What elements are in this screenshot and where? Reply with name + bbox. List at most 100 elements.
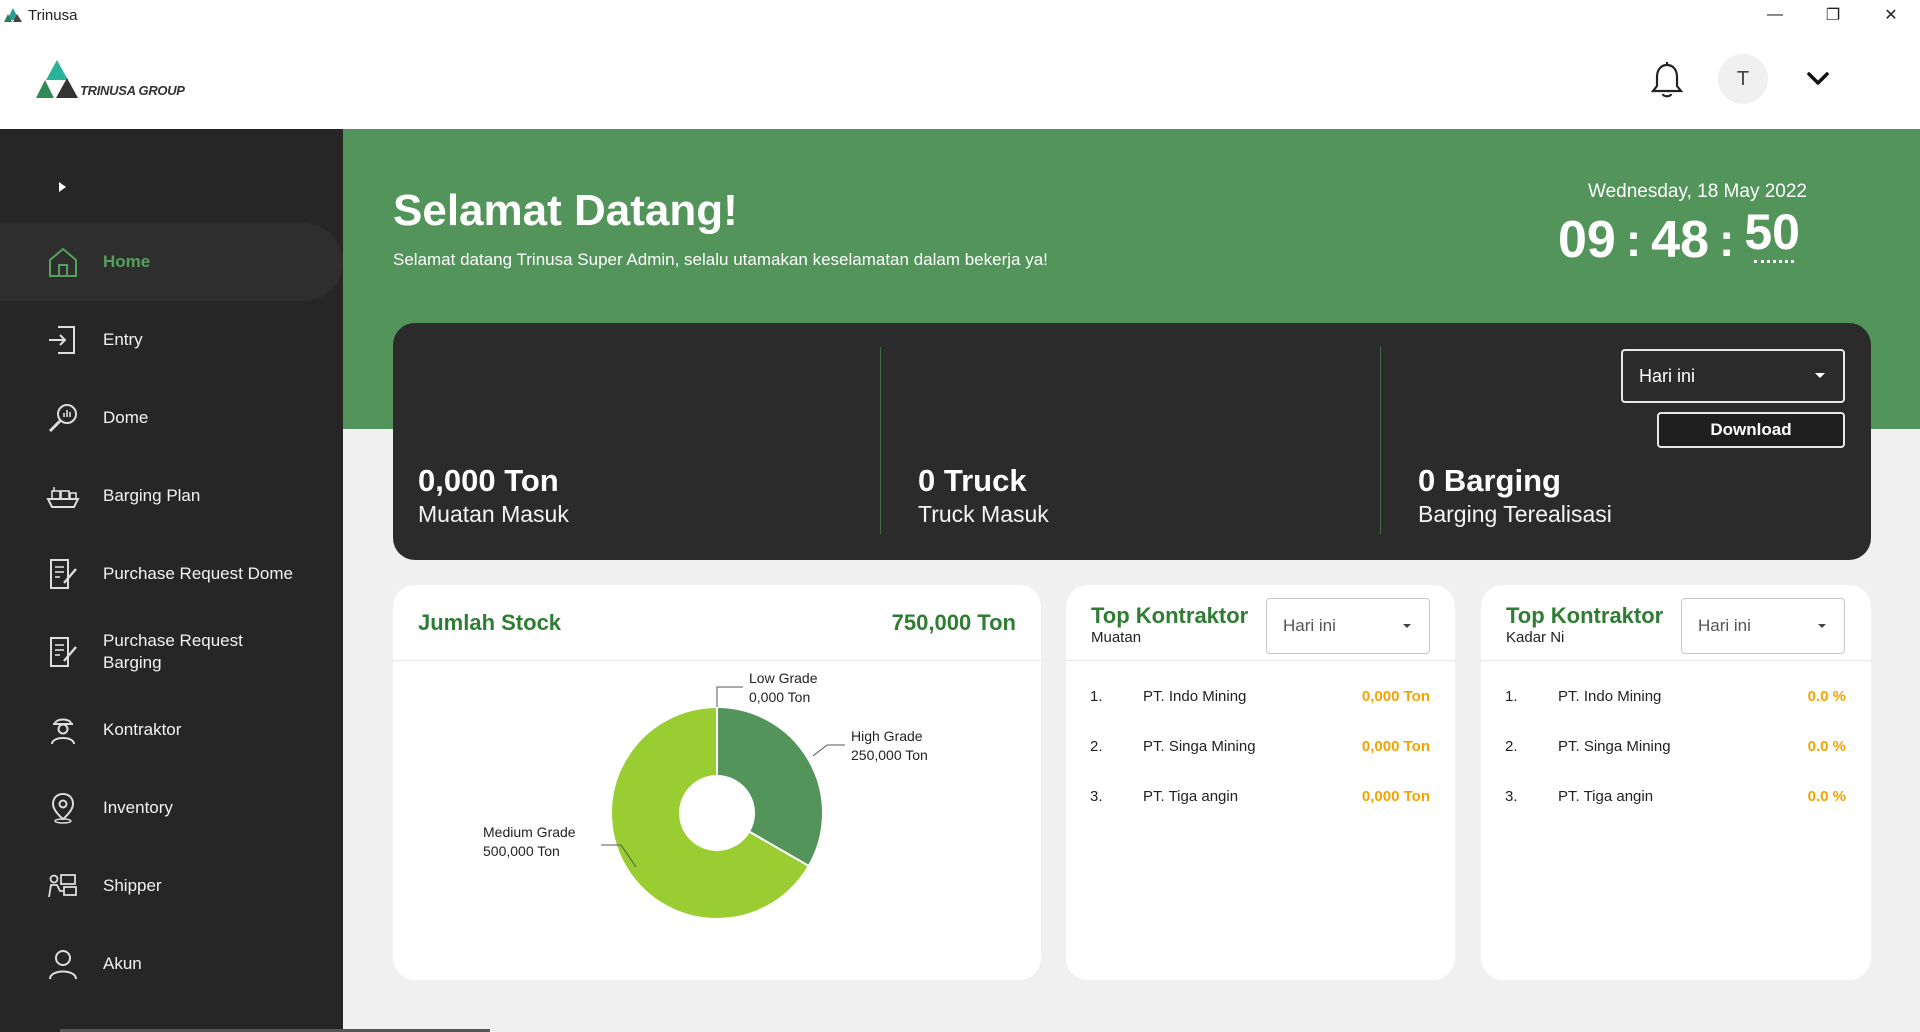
slice-value-label: 0,000 Ton	[749, 689, 810, 705]
contractor-value: 0.0 %	[1807, 688, 1846, 705]
list-item: 1. PT. Indo Mining 0.0 %	[1481, 688, 1871, 712]
window-title: Trinusa	[28, 6, 78, 24]
sidebar-item-akun[interactable]: Akun	[0, 925, 343, 1003]
contractor-name: PT. Indo Mining	[1558, 688, 1662, 705]
rank-number: 3.	[1090, 788, 1103, 805]
rank-number: 1.	[1090, 688, 1103, 705]
divider	[1380, 347, 1381, 534]
clock-separator: :	[1719, 214, 1735, 266]
current-date: Wednesday, 18 May 2022	[1588, 181, 1807, 202]
restore-button[interactable]: ❐	[1804, 0, 1862, 30]
contractor-name: PT. Singa Mining	[1143, 738, 1256, 755]
contractor-value: 0,000 Ton	[1361, 788, 1430, 805]
slice-leader-line	[812, 744, 845, 757]
close-button[interactable]: ✕	[1862, 0, 1920, 30]
sidebar-item-label: Purchase Request Dome	[103, 564, 293, 583]
slice-category-label: Low Grade	[749, 670, 818, 686]
sidebar-item-label: Akun	[103, 954, 142, 973]
card-header: Top Kontraktor Muatan Hari ini	[1066, 585, 1455, 661]
card-subtitle: Kadar Ni	[1506, 629, 1565, 646]
kadar-period-select[interactable]: Hari ini	[1681, 598, 1845, 654]
sidebar-item-shipper[interactable]: Shipper	[0, 847, 343, 925]
stat-barging-terealisasi: 0 Barging Barging Terealisasi	[1418, 463, 1612, 529]
contractor-name: PT. Singa Mining	[1558, 738, 1671, 755]
dome-icon	[48, 404, 77, 433]
donut-slice-1[interactable]	[716, 705, 824, 868]
clock-seconds: 50	[1744, 210, 1800, 268]
sidebar-item-label: Kontraktor	[103, 720, 182, 739]
muatan-period-select[interactable]: Hari ini	[1266, 598, 1430, 654]
slice-category-label: Medium Grade	[483, 824, 576, 840]
stock-donut-chart: Low Grade 0,000 Ton High Grade 250,000 Ton M…	[483, 670, 928, 920]
top-kontraktor-kadar-card: Top Kontraktor Kadar Ni Hari ini 1. PT. …	[1481, 585, 1871, 980]
clock-minutes: 48	[1651, 211, 1710, 269]
rank-number: 3.	[1505, 788, 1518, 805]
contractor-name: PT. Tiga angin	[1143, 788, 1239, 805]
top-kontraktor-muatan-card: Top Kontraktor Muatan Hari ini 1. PT. In…	[1066, 585, 1455, 980]
sidebar-item-inventory[interactable]: Inventory	[0, 769, 343, 847]
sidebar-item-label: Entry	[103, 330, 143, 349]
summary-panel: 0,000 Ton Muatan Masuk 0 Truck Truck Mas…	[393, 323, 1871, 560]
rank-number: 2.	[1505, 738, 1518, 755]
sidebar-item-barging-plan[interactable]: Barging Plan	[0, 457, 343, 535]
card-header: Top Kontraktor Kadar Ni Hari ini	[1481, 585, 1871, 661]
location-pin-icon	[51, 792, 75, 824]
entry-icon	[49, 326, 75, 354]
summary-period-select[interactable]: Hari ini	[1621, 349, 1845, 403]
rank-number: 1.	[1505, 688, 1518, 705]
stat-value: 0,000 Ton	[418, 463, 559, 498]
window-controls: — ❐ ✕	[1746, 0, 1920, 30]
home-icon	[49, 247, 77, 277]
sidebar-item-entry[interactable]: Entry	[0, 301, 343, 379]
sidebar-item-label: Dome	[103, 408, 149, 427]
brand-logo[interactable]: TRINUSA GROUP	[36, 58, 185, 100]
brand-name: TRINUSA GROUP	[80, 83, 185, 98]
contractor-name: PT. Tiga angin	[1558, 788, 1654, 805]
contractor-value: 0.0 %	[1807, 738, 1846, 755]
user-avatar[interactable]: T	[1718, 54, 1768, 104]
sidebar-item-dome[interactable]: Dome	[0, 379, 343, 457]
sidebar-item-kontraktor[interactable]: Kontraktor	[0, 691, 343, 769]
stock-total: 750,000 Ton	[891, 610, 1016, 635]
stat-truck-masuk: 0 Truck Truck Masuk	[918, 463, 1049, 529]
caret-down-icon	[1818, 624, 1826, 628]
welcome-subtitle: Selamat datang Trinusa Super Admin, sela…	[393, 250, 1048, 269]
sidebar-item-label: Purchase Request Barging	[103, 631, 243, 672]
app-logo-icon	[4, 8, 22, 22]
download-button[interactable]: Download	[1657, 412, 1845, 448]
sidebar-item-purchase-request-barging[interactable]: Purchase Request Barging	[0, 613, 343, 691]
kadar-period-value: Hari ini	[1698, 616, 1751, 635]
list-item: 3. PT. Tiga angin 0.0 %	[1481, 788, 1871, 812]
trinusa-logo-icon	[36, 60, 78, 98]
stat-value: 0 Truck	[918, 463, 1027, 498]
card-title: Top Kontraktor	[1506, 603, 1664, 628]
notification-bell-icon[interactable]	[1648, 60, 1686, 100]
card-header: Jumlah Stock 750,000 Ton	[393, 585, 1041, 661]
document-edit-icon	[50, 559, 77, 589]
caret-down-icon	[1815, 373, 1825, 378]
stat-muatan-masuk: 0,000 Ton Muatan Masuk	[418, 463, 569, 529]
card-title: Top Kontraktor	[1091, 603, 1249, 628]
minimize-button[interactable]: —	[1746, 0, 1804, 30]
stat-value: 0 Barging	[1418, 463, 1561, 498]
stat-label: Truck Masuk	[918, 501, 1049, 527]
chevron-down-icon[interactable]	[1804, 64, 1832, 92]
user-icon	[49, 950, 77, 980]
stock-card: Jumlah Stock 750,000 Ton Low Grade 0,000 …	[393, 585, 1041, 980]
sidebar-item-home[interactable]: Home	[0, 223, 343, 301]
contractor-value: 0,000 Ton	[1361, 738, 1430, 755]
sidebar-toggle-icon[interactable]	[56, 179, 70, 195]
sidebar-item-purchase-request-dome[interactable]: Purchase Request Dome	[0, 535, 343, 613]
slice-value-label: 250,000 Ton	[851, 747, 928, 763]
worker-icon	[51, 718, 75, 745]
ship-icon	[46, 487, 80, 508]
list-item: 2. PT. Singa Mining 0.0 %	[1481, 738, 1871, 762]
muatan-period-value: Hari ini	[1283, 616, 1336, 635]
digital-clock: 09 : 48 : 50	[1558, 210, 1800, 270]
divider	[880, 347, 881, 534]
caret-down-icon	[1403, 624, 1411, 628]
sidebar-item-label: Home	[103, 252, 151, 271]
clock-separator: :	[1625, 214, 1642, 266]
app-header: TRINUSA GROUP T	[0, 30, 1920, 129]
document-edit-icon	[50, 637, 77, 667]
